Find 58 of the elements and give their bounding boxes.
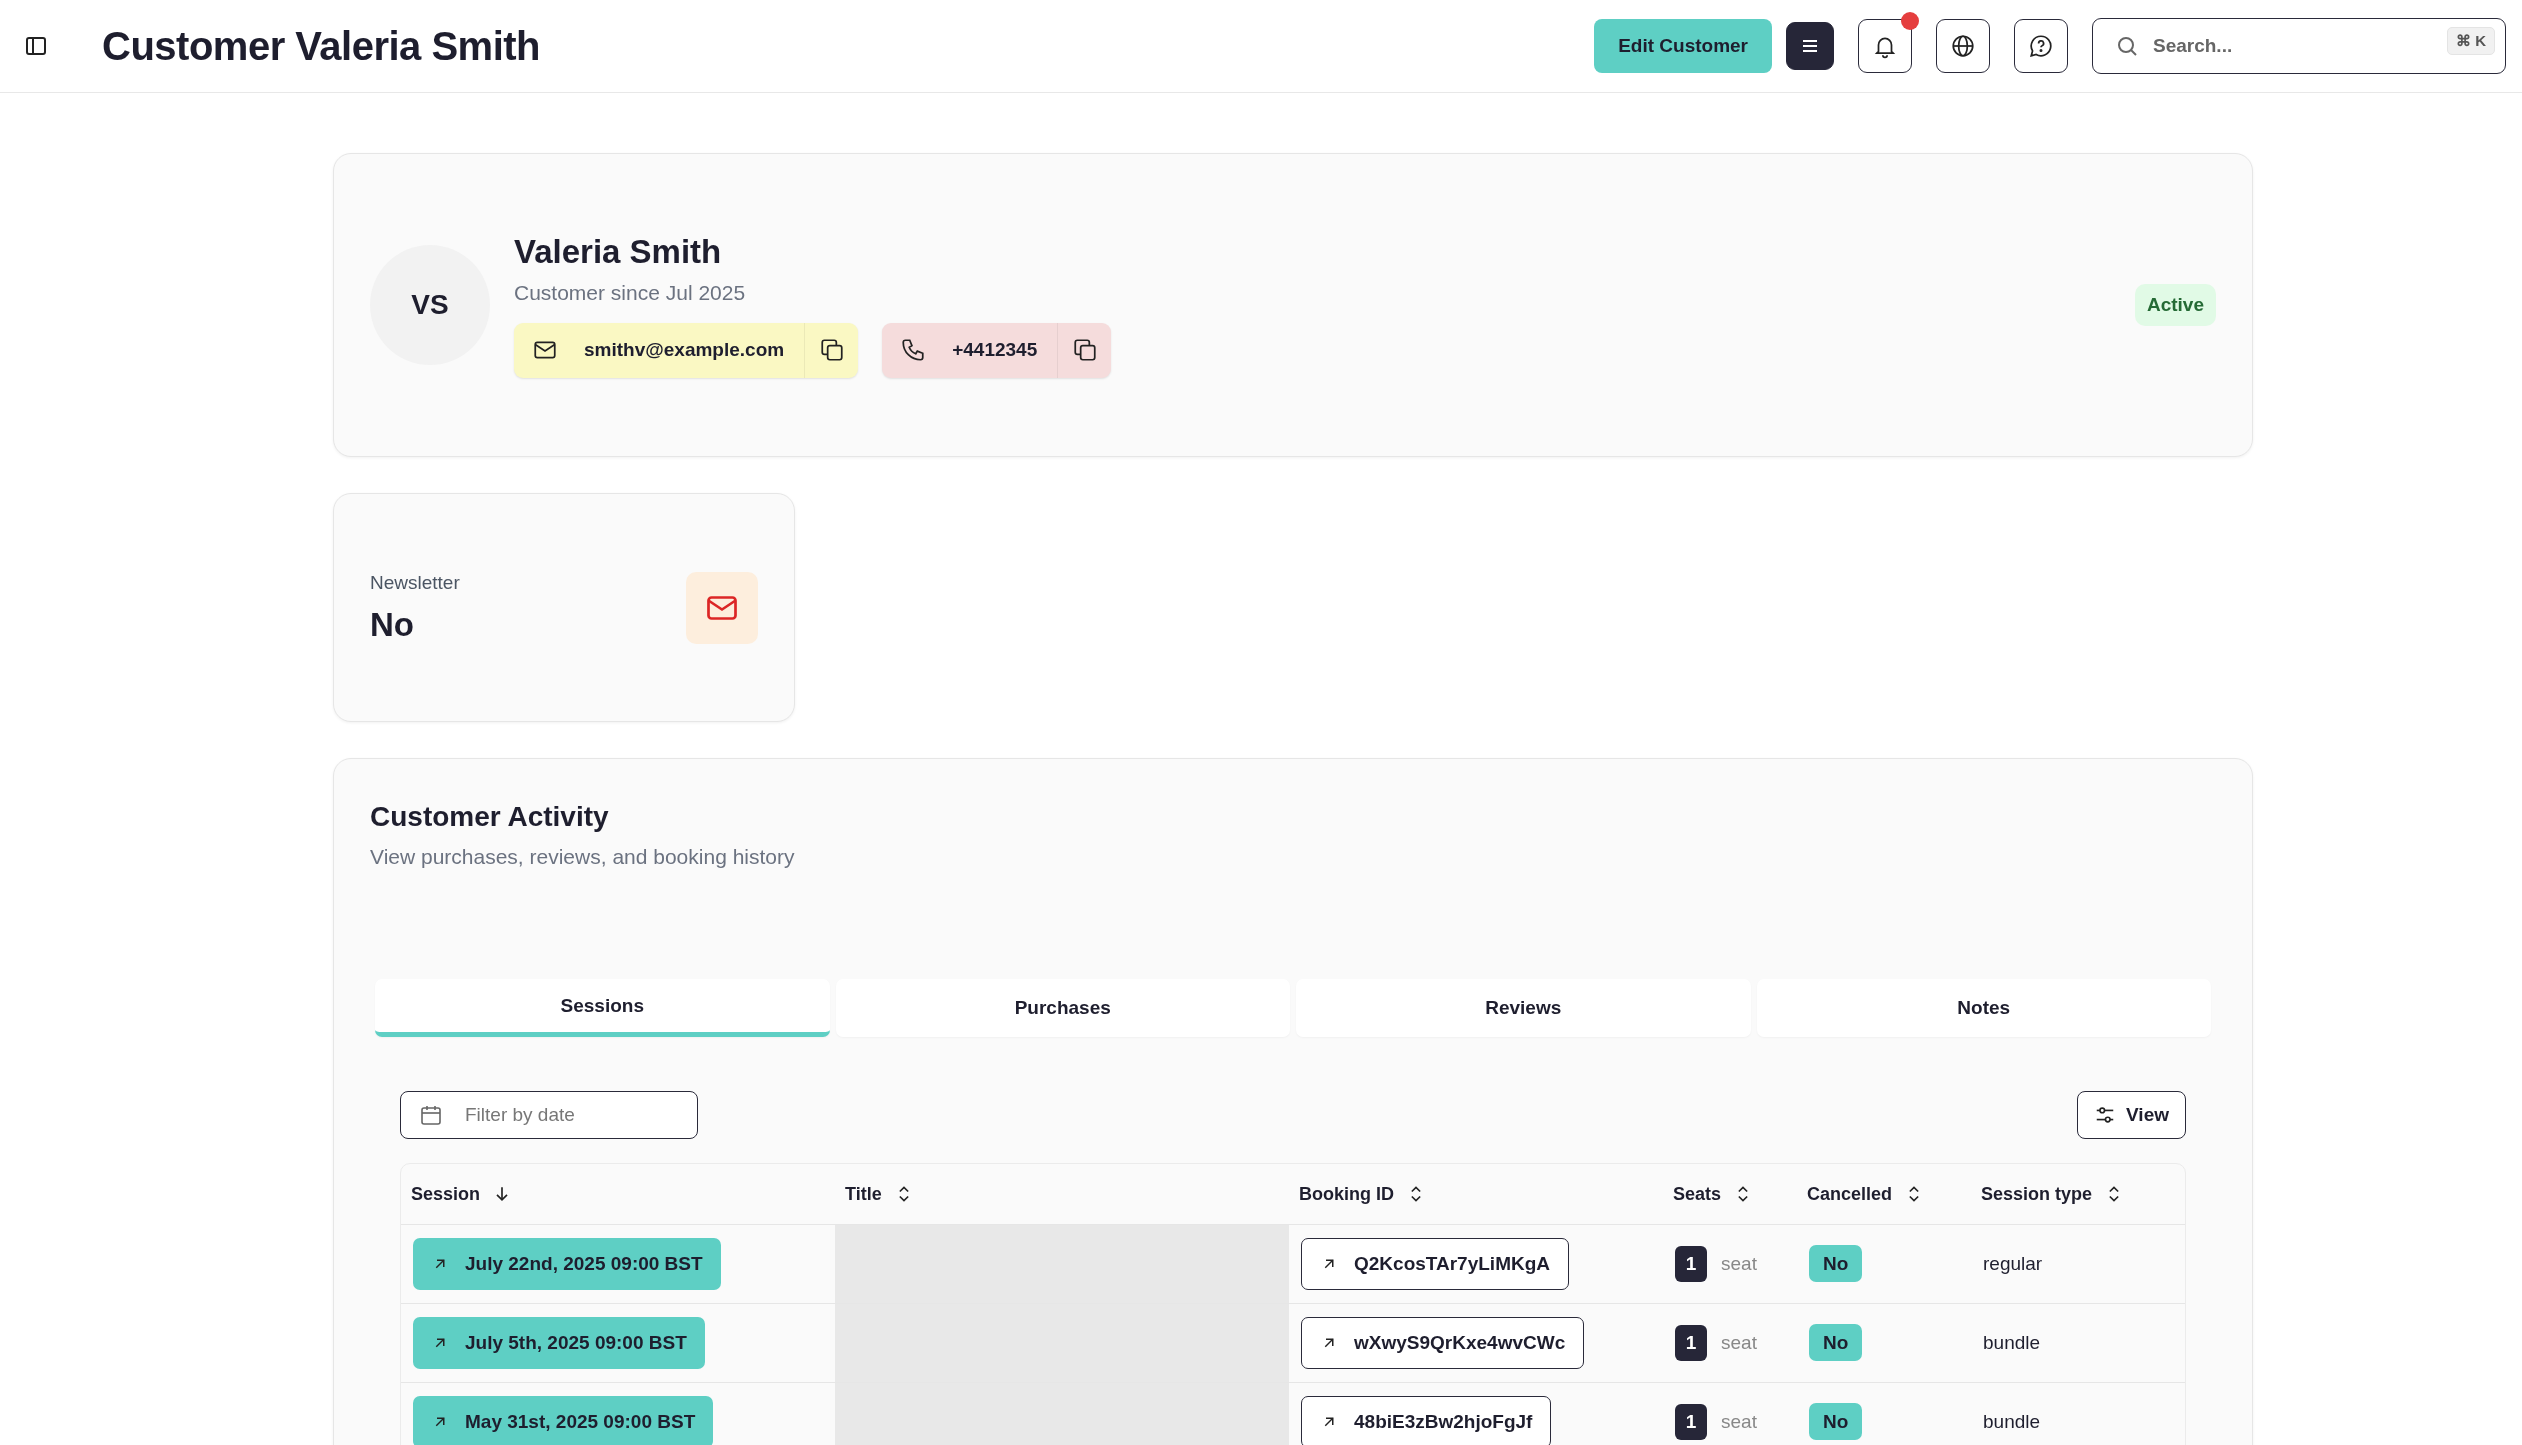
menu-button[interactable] [1786, 22, 1834, 70]
seat-count: 1 [1675, 1325, 1707, 1361]
cancelled-badge: No [1809, 1245, 1863, 1282]
help-button[interactable] [2014, 19, 2068, 73]
search-field[interactable]: Search... ⌘ K [2092, 18, 2506, 74]
email-address: smithv@example.com [584, 339, 785, 361]
seat-count: 1 [1675, 1246, 1707, 1282]
avatar: VS [370, 245, 490, 365]
booking-link[interactable]: wXwyS9QrKxe4wvCWc [1301, 1317, 1585, 1369]
view-button[interactable]: View [2077, 1091, 2186, 1139]
customer-name: Valeria Smith [514, 232, 723, 271]
session-link[interactable]: July 22nd, 2025 09:00 BST [413, 1238, 721, 1290]
copy-icon [1071, 337, 1098, 363]
seat-unit: seat [1721, 1253, 1757, 1275]
page-title: Customer Valeria Smith [102, 23, 541, 69]
sidebar-toggle-icon[interactable] [24, 34, 48, 58]
shortcut-hint: ⌘ K [2447, 27, 2495, 55]
date-filter-field[interactable]: Filter by date [400, 1091, 698, 1139]
help-icon [2028, 33, 2054, 59]
section-subtitle: View purchases, reviews, and booking history [370, 845, 796, 869]
session-link[interactable]: May 31st, 2025 09:00 BST [413, 1396, 714, 1445]
cancelled-badge: No [1809, 1324, 1863, 1361]
copy-icon [818, 337, 845, 363]
cancelled-badge: No [1809, 1403, 1863, 1440]
tab[interactable]: Notes [1756, 979, 2211, 1037]
column-header[interactable]: Cancelled [1807, 1183, 1893, 1205]
seat-count: 1 [1675, 1404, 1707, 1440]
column-header[interactable]: Title [845, 1183, 882, 1205]
edit-customer-button[interactable]: Edit Customer [1594, 19, 1772, 73]
customer-since: Customer since Jul 2025 [514, 280, 747, 305]
column-header[interactable]: Seats [1673, 1183, 1722, 1205]
column-header[interactable]: Booking ID [1299, 1183, 1394, 1205]
session-type: regular [1983, 1253, 2043, 1274]
phone-icon [900, 337, 927, 363]
column-header[interactable]: Session [411, 1183, 481, 1205]
section-title: Customer Activity [370, 801, 610, 833]
newsletter-value: No [370, 605, 415, 644]
column-header[interactable]: Session type [1981, 1183, 2093, 1205]
status-badge: Active [2134, 284, 2216, 326]
notifications-button[interactable] [1858, 19, 1912, 73]
globe-icon [1950, 33, 1976, 59]
calendar-icon [419, 1103, 443, 1127]
booking-link[interactable]: Q2KcosTAr7yLiMKgA [1301, 1238, 1569, 1290]
date-input[interactable]: Filter by date [463, 1103, 679, 1127]
seat-unit: seat [1721, 1332, 1757, 1354]
session-link[interactable]: July 5th, 2025 09:00 BST [413, 1317, 705, 1369]
seat-unit: seat [1721, 1411, 1757, 1433]
search-icon [2115, 34, 2139, 58]
session-type: bundle [1983, 1332, 2041, 1353]
session-type: bundle [1983, 1411, 2041, 1432]
phone-number: +4412345 [952, 339, 1038, 361]
mail-icon [686, 571, 758, 644]
newsletter-label: Newsletter [370, 571, 460, 594]
tab[interactable]: Reviews [1296, 979, 1751, 1037]
tab[interactable]: Purchases [835, 979, 1290, 1037]
booking-link[interactable]: 48biE3zBw2hjoFgJf [1301, 1396, 1552, 1445]
tab[interactable]: Sessions [375, 979, 830, 1037]
language-button[interactable] [1936, 19, 1990, 73]
